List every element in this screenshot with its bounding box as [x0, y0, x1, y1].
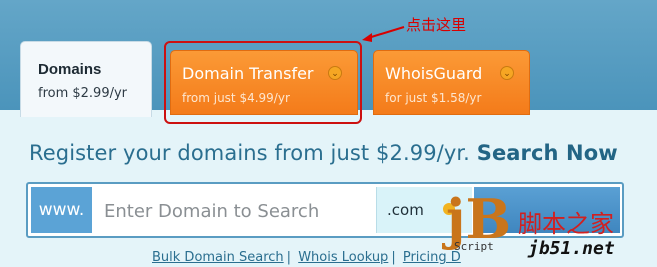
pricing-link[interactable]: Pricing D [403, 250, 461, 265]
tab-domain-transfer[interactable]: Domain Transfer ⌄ from just $4.99/yr [170, 50, 358, 115]
chevron-down-icon: ⌄ [328, 66, 342, 80]
annotation-label: 点击这里 [406, 16, 467, 34]
www-prefix: www. [31, 187, 92, 233]
tab-whoisguard-title: WhoisGuard [385, 64, 483, 83]
search-button[interactable] [474, 187, 620, 233]
headline-text: Register your domains from just $2.99/yr… [29, 141, 470, 165]
tab-domain-transfer-title: Domain Transfer [182, 64, 314, 83]
tld-value: .com [387, 201, 424, 219]
watermark-url: jb51.net [528, 238, 615, 259]
headline-cta: Search Now [476, 141, 618, 165]
page-headline: Register your domains from just $2.99/yr… [29, 141, 618, 165]
tab-domains-subtitle: from $2.99/yr [38, 86, 128, 101]
chevron-down-icon [443, 203, 455, 215]
tab-whoisguard[interactable]: WhoisGuard ⌄ for just $1.58/yr [373, 50, 530, 115]
tab-domain-transfer-subtitle: from just $4.99/yr [182, 91, 290, 105]
domain-search-input[interactable] [102, 187, 376, 235]
domain-search-bar: www. .com [26, 182, 624, 238]
search-links: Bulk Domain Search | Whois Lookup | Pricin… [152, 250, 461, 265]
link-separator: | [391, 250, 396, 265]
chevron-down-icon: ⌄ [500, 66, 514, 80]
tab-domains[interactable]: Domains from $2.99/yr [20, 41, 152, 117]
whois-lookup-link[interactable]: Whois Lookup [298, 250, 388, 265]
tab-domains-title: Domains [38, 61, 102, 78]
tld-select[interactable]: .com [376, 187, 472, 233]
tab-whoisguard-subtitle: for just $1.58/yr [385, 91, 482, 105]
bulk-domain-search-link[interactable]: Bulk Domain Search [152, 250, 284, 265]
link-separator: | [286, 250, 292, 265]
